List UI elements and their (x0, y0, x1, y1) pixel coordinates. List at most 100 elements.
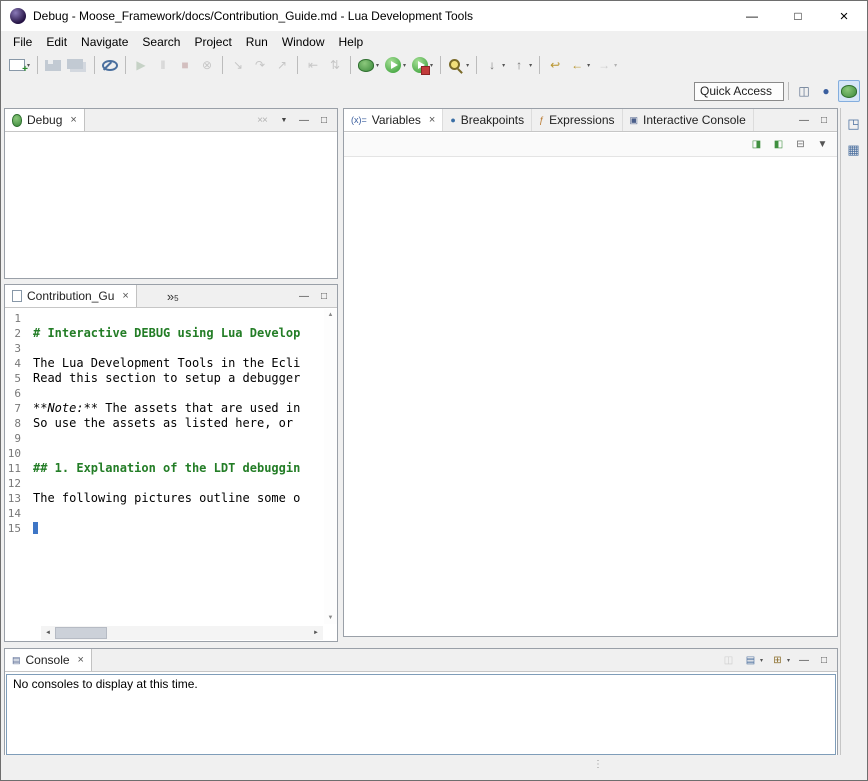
dropdown-arrow-icon[interactable]: ▾ (787, 657, 790, 664)
menu-run[interactable]: Run (239, 33, 275, 51)
menu-edit[interactable]: Edit (39, 33, 74, 51)
variables-minimize-button[interactable]: — (795, 111, 813, 129)
dropdown-arrow-icon[interactable]: ▾ (587, 62, 590, 69)
window-maximize-button[interactable]: □ (775, 1, 821, 31)
editor-vertical-scrollbar[interactable]: ▲ ▼ (324, 309, 337, 624)
quick-access-field[interactable]: Quick Access (694, 82, 784, 101)
variables-maximize-button[interactable]: □ (815, 111, 833, 129)
open-console-button[interactable]: ⊞▾ (767, 649, 792, 671)
close-icon[interactable]: × (429, 114, 435, 126)
debug-view-icon (12, 114, 22, 127)
last-edit-location-button[interactable]: ↩ (545, 54, 565, 76)
step-into-button[interactable]: ↘ (228, 54, 248, 76)
line-content[interactable]: # Interactive DEBUG using Lua Develop (33, 326, 300, 341)
line-content[interactable]: The following pictures outline some o (33, 491, 300, 506)
debug-as-button[interactable]: ▾ (356, 54, 381, 76)
line-content[interactable] (33, 521, 38, 536)
skip-all-breakpoints-button[interactable] (100, 54, 120, 76)
line-content[interactable]: Read this section to setup a debugger (33, 371, 300, 386)
disconnect-button[interactable]: ⊗ (197, 54, 217, 76)
run-external-tools-button[interactable]: ▾ (410, 54, 435, 76)
save-button[interactable] (43, 54, 63, 76)
restore-minimized-view-button[interactable]: ◳ (844, 113, 864, 135)
step-return-button[interactable]: ↗ (272, 54, 292, 76)
minimized-view-button[interactable]: ▦ (844, 139, 864, 161)
new-wizard-button[interactable]: ▾ (7, 54, 32, 76)
dropdown-arrow-icon[interactable]: ▾ (760, 657, 763, 664)
console-output[interactable]: No consoles to display at this time. (6, 674, 836, 755)
debug-minimize-button[interactable]: — (295, 111, 313, 129)
editor-horizontal-scrollbar[interactable]: ◄ ► (41, 626, 323, 640)
window-minimize-button[interactable]: — (729, 1, 775, 31)
line-content[interactable]: ## 1. Explanation of the LDT debuggin (33, 461, 300, 476)
collapse-all-button[interactable]: ⊟ (790, 134, 810, 156)
tab-contribution-guide[interactable]: Contribution_Gu × (5, 285, 137, 307)
tab-console[interactable]: ▤ Console × (5, 649, 92, 671)
ldt-perspective-button[interactable]: ● (816, 80, 836, 102)
menu-file[interactable]: File (6, 33, 39, 51)
scroll-right-icon[interactable]: ► (309, 630, 323, 636)
menu-search[interactable]: Search (135, 33, 187, 51)
next-annotation-button[interactable]: ↓▾ (482, 54, 507, 76)
display-selected-console-button[interactable]: ▤▾ (740, 649, 765, 671)
line-number: 10 (5, 446, 33, 461)
editor-maximize-button[interactable]: □ (315, 287, 333, 305)
use-step-filters-button[interactable]: ⇅ (325, 54, 345, 76)
console-maximize-button[interactable]: □ (815, 651, 833, 669)
open-perspective-button[interactable]: ◫ (794, 80, 814, 102)
view-menu-button[interactable]: ▼ (812, 134, 832, 156)
show-logical-structures-button[interactable]: ◧ (768, 134, 788, 156)
tab-expressions[interactable]: ƒExpressions (532, 109, 622, 131)
dropdown-arrow-icon[interactable]: ▾ (403, 62, 406, 69)
open-search-button[interactable]: ▾ (446, 54, 471, 76)
step-over-button[interactable]: ↷ (250, 54, 270, 76)
dropdown-arrow-icon[interactable]: ▾ (529, 62, 532, 69)
line-number: 3 (5, 341, 33, 356)
drop-to-frame-icon: ⇤ (305, 57, 321, 73)
scrollbar-thumb[interactable] (55, 627, 107, 639)
close-icon[interactable]: × (122, 290, 128, 302)
tab-variables[interactable]: (x)=Variables× (344, 109, 443, 131)
debug-view-menu-button[interactable]: ▼ (275, 111, 293, 129)
remove-all-terminated-button[interactable]: ×× (252, 109, 272, 131)
editor-overflow-chevron[interactable]: » 5 (161, 285, 185, 307)
dropdown-arrow-icon[interactable]: ▾ (502, 62, 505, 69)
debug-maximize-button[interactable]: □ (315, 111, 333, 129)
close-icon[interactable]: × (78, 654, 84, 666)
scroll-up-icon[interactable]: ▲ (324, 309, 337, 321)
menu-project[interactable]: Project (187, 33, 238, 51)
editor-code-area[interactable]: 12# Interactive DEBUG using Lua Develop3… (5, 311, 323, 624)
close-icon[interactable]: × (70, 114, 76, 126)
line-content[interactable]: The Lua Development Tools in the Ecli (33, 356, 300, 371)
scroll-down-icon[interactable]: ▼ (324, 612, 337, 624)
menu-navigate[interactable]: Navigate (74, 33, 135, 51)
previous-annotation-button[interactable]: ↑▾ (509, 54, 534, 76)
forward-button[interactable]: →▾ (594, 54, 619, 76)
tab-interactive-console[interactable]: ▣Interactive Console (623, 109, 754, 131)
tab-debug[interactable]: Debug × (5, 109, 85, 131)
debug-perspective-button[interactable] (838, 80, 860, 102)
line-content[interactable]: **Note:** The assets that are used in (33, 401, 300, 416)
terminate-button[interactable]: ■ (175, 54, 195, 76)
pin-console-button[interactable]: ◫ (718, 649, 738, 671)
back-button[interactable]: ←▾ (567, 54, 592, 76)
resume-button[interactable]: ▶ (131, 54, 151, 76)
show-type-names-button[interactable]: ◨ (746, 134, 766, 156)
dropdown-arrow-icon[interactable]: ▾ (466, 62, 469, 69)
menu-window[interactable]: Window (275, 33, 332, 51)
window-close-button[interactable]: × (821, 1, 867, 31)
suspend-button[interactable]: ‖ (153, 54, 173, 76)
console-minimize-button[interactable]: — (795, 651, 813, 669)
dropdown-arrow-icon[interactable]: ▾ (430, 62, 433, 69)
scroll-left-icon[interactable]: ◄ (41, 630, 55, 636)
line-content[interactable]: So use the assets as listed here, or (33, 416, 300, 431)
dropdown-arrow-icon[interactable]: ▾ (376, 62, 379, 69)
dropdown-arrow-icon[interactable]: ▾ (614, 62, 617, 69)
editor-minimize-button[interactable]: — (295, 287, 313, 305)
resize-grip[interactable]: ⋮ (593, 759, 603, 770)
drop-to-frame-button[interactable]: ⇤ (303, 54, 323, 76)
save-all-button[interactable] (65, 54, 89, 76)
menu-help[interactable]: Help (332, 33, 371, 51)
tab-breakpoints[interactable]: ●Breakpoints (443, 109, 532, 131)
run-as-button[interactable]: ▾ (383, 54, 408, 76)
